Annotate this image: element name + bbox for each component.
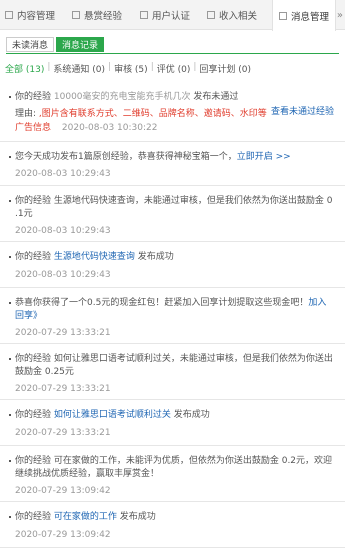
bullet-icon xyxy=(9,256,11,258)
bullet-icon xyxy=(9,96,11,98)
bullet-icon xyxy=(9,156,11,158)
message-line: 恭喜你获得了一个0.5元的现金红包！赶紧加入回享计划提取这些现金吧！加入 xyxy=(15,297,326,309)
message-text: 你的经验 xyxy=(15,92,52,102)
filter-share-plan[interactable]: 回享计划 (0) xyxy=(199,62,251,75)
message-text: 恭喜你获得了一个0.5元的现金红包！赶紧加入回享计划提取这些现金吧！ xyxy=(15,298,309,308)
filter-system[interactable]: 系统通知 (0) xyxy=(53,62,105,75)
message-time: 2020-08-03 10:30:22 xyxy=(61,123,158,133)
message-text: 发布成功 xyxy=(119,512,156,522)
tab-label: 悬赏经验 xyxy=(84,11,123,22)
message-item: 您今天成功发布1篇原创经验，恭喜获得神秘宝箱一个，立即开启 >> 2020-08… xyxy=(0,142,345,186)
filter-all[interactable]: 全部 (13) xyxy=(5,62,44,75)
message-item: 你的经验 可在家做的工作，未能评为优质，但依然为你送出鼓励金 0.2元，欢迎 继… xyxy=(0,446,345,502)
more-tabs-button[interactable]: » xyxy=(337,0,343,30)
message-text: 您今天成功发布1篇原创经验，恭喜获得神秘宝箱一个， xyxy=(15,152,237,162)
open-box-link[interactable]: 立即开启 >> xyxy=(237,152,291,162)
message-text: 你的经验 xyxy=(15,512,52,522)
message-text: 鼓励金 0.25元 xyxy=(15,367,74,377)
message-item: 你的经验 可在家做的工作 发布成功 2020-07-29 13:09:42 xyxy=(0,502,345,548)
experience-link[interactable]: 可在家做的工作 xyxy=(54,512,117,522)
message-text: 你的经验 如何让雅思口语考试顺利过关，未能通过审核，但是我们依然为你送出 xyxy=(15,354,333,364)
message-text: 你的经验 可在家做的工作，未能评为优质，但依然为你送出鼓励金 0.2元，欢迎 xyxy=(15,456,333,466)
message-item: 你的经验 如何让雅思口语考试顺利过关，未能通过审核，但是我们依然为你送出 鼓励金… xyxy=(0,344,345,400)
experience-link[interactable]: 如何让雅思口语考试顺利过关 xyxy=(54,410,171,420)
document-icon xyxy=(279,11,287,20)
document-icon xyxy=(207,11,215,19)
filter-bar: 全部 (13) | 系统通知 (0) | 审核 (5) | 评优 (0) | 回… xyxy=(5,62,253,75)
filter-separator: | xyxy=(193,62,197,72)
join-plan-link[interactable]: 回享》 xyxy=(15,310,42,322)
message-line: 你的经验 10000毫安的充电宝能充手机几次 发布未通过 xyxy=(15,91,238,103)
message-time: 2020-08-03 10:29:43 xyxy=(15,169,111,179)
message-item: 你的经验 生源地代码快速查询 发布成功 2020-08-03 10:29:43 xyxy=(0,242,345,288)
message-item: 恭喜你获得了一个0.5元的现金红包！赶紧加入回享计划提取这些现金吧！加入 回享》… xyxy=(0,288,345,344)
message-line: 你的经验 如何让雅思口语考试顺利过关 发布成功 xyxy=(15,409,210,421)
message-text: 你的经验 xyxy=(15,252,52,262)
tab-label: 收入相关 xyxy=(219,11,258,22)
filter-excellence[interactable]: 评优 (0) xyxy=(157,62,191,75)
message-time: 2020-07-29 13:33:21 xyxy=(15,328,111,338)
bullet-icon xyxy=(9,414,11,416)
bullet-icon xyxy=(9,460,11,462)
reason-text: 广告信息 xyxy=(15,123,52,133)
view-rejected-link[interactable]: 查看未通过经验 xyxy=(271,106,334,118)
message-subtabs: 未读消息 消息记录 xyxy=(6,37,106,52)
tab-user-verification[interactable]: 用户认证 xyxy=(140,0,190,30)
tab-income[interactable]: 收入相关 xyxy=(207,0,257,30)
message-time: 2020-07-29 13:09:42 xyxy=(15,530,111,540)
document-icon xyxy=(72,11,80,19)
tab-bounty-experience[interactable]: 悬赏经验 xyxy=(72,0,122,30)
reason-text: ,图片含有联系方式、二维码、品牌名称、邀请码、水印等 xyxy=(38,109,267,119)
subtab-underline xyxy=(6,53,339,54)
join-plan-link[interactable]: 加入 xyxy=(308,298,326,308)
bullet-icon xyxy=(9,200,11,202)
message-time: 2020-08-03 10:29:43 xyxy=(15,226,111,236)
message-line: 广告信息 2020-08-03 10:30:22 xyxy=(15,122,157,134)
tab-label: 内容管理 xyxy=(17,11,56,22)
tab-content-management[interactable]: 内容管理 xyxy=(5,0,55,30)
subtab-history[interactable]: 消息记录 xyxy=(56,37,105,52)
filter-separator: | xyxy=(47,62,51,72)
message-item: 你的经验 如何让雅思口语考试顺利过关 发布成功 2020-07-29 13:33… xyxy=(0,400,345,446)
message-line: 你的经验 可在家做的工作 发布成功 xyxy=(15,511,156,523)
message-line: 你的经验 生源地代码快速查询 发布成功 xyxy=(15,251,174,263)
message-time: 2020-07-29 13:33:21 xyxy=(15,384,111,394)
tab-label: 用户认证 xyxy=(152,11,191,22)
tab-message-management[interactable]: 消息管理 xyxy=(272,0,337,31)
message-text: 发布未通过 xyxy=(193,92,239,102)
message-line: 您今天成功发布1篇原创经验，恭喜获得神秘宝箱一个，立即开启 >> xyxy=(15,151,291,163)
bullet-icon xyxy=(9,358,11,360)
message-text: 你的经验 生源地代码快速查询，未能通过审核，但是我们依然为你送出鼓励金 0 xyxy=(15,196,333,206)
message-item: 你的经验 生源地代码快速查询，未能通过审核，但是我们依然为你送出鼓励金 0 .1… xyxy=(0,186,345,242)
message-time: 2020-07-29 13:33:21 xyxy=(15,428,111,438)
double-chevron-right-icon: » xyxy=(336,9,343,21)
top-tab-bar: 内容管理 悬赏经验 用户认证 收入相关 消息管理 » xyxy=(0,0,345,31)
reason-label: 理由: xyxy=(15,109,37,119)
subtab-unread[interactable]: 未读消息 xyxy=(6,37,55,52)
document-icon xyxy=(5,11,13,19)
message-item: 你的经验 10000毫安的充电宝能充手机几次 发布未通过 查看未通过经验 理由:… xyxy=(0,88,345,142)
message-time: 2020-08-03 10:29:43 xyxy=(15,270,111,280)
bullet-icon xyxy=(9,516,11,518)
experience-link[interactable]: 生源地代码快速查询 xyxy=(54,252,135,262)
message-time: 2020-07-29 13:09:42 xyxy=(15,486,111,496)
bullet-icon xyxy=(9,302,11,304)
filter-separator: | xyxy=(150,62,154,72)
message-text: 你的经验 xyxy=(15,410,52,420)
filter-separator: | xyxy=(108,62,112,72)
message-text: 发布成功 xyxy=(173,410,210,420)
filter-review[interactable]: 审核 (5) xyxy=(114,62,148,75)
message-text: .1元 xyxy=(15,209,33,219)
message-text: 继续挑战优质经验，赢取丰厚赏金！ xyxy=(15,469,160,479)
document-icon xyxy=(140,11,148,19)
message-line: 理由: ,图片含有联系方式、二维码、品牌名称、邀请码、水印等 xyxy=(15,108,267,120)
experience-title: 10000毫安的充电宝能充手机几次 xyxy=(53,92,191,102)
message-text: 发布成功 xyxy=(137,252,174,262)
tab-label: 消息管理 xyxy=(291,11,330,23)
